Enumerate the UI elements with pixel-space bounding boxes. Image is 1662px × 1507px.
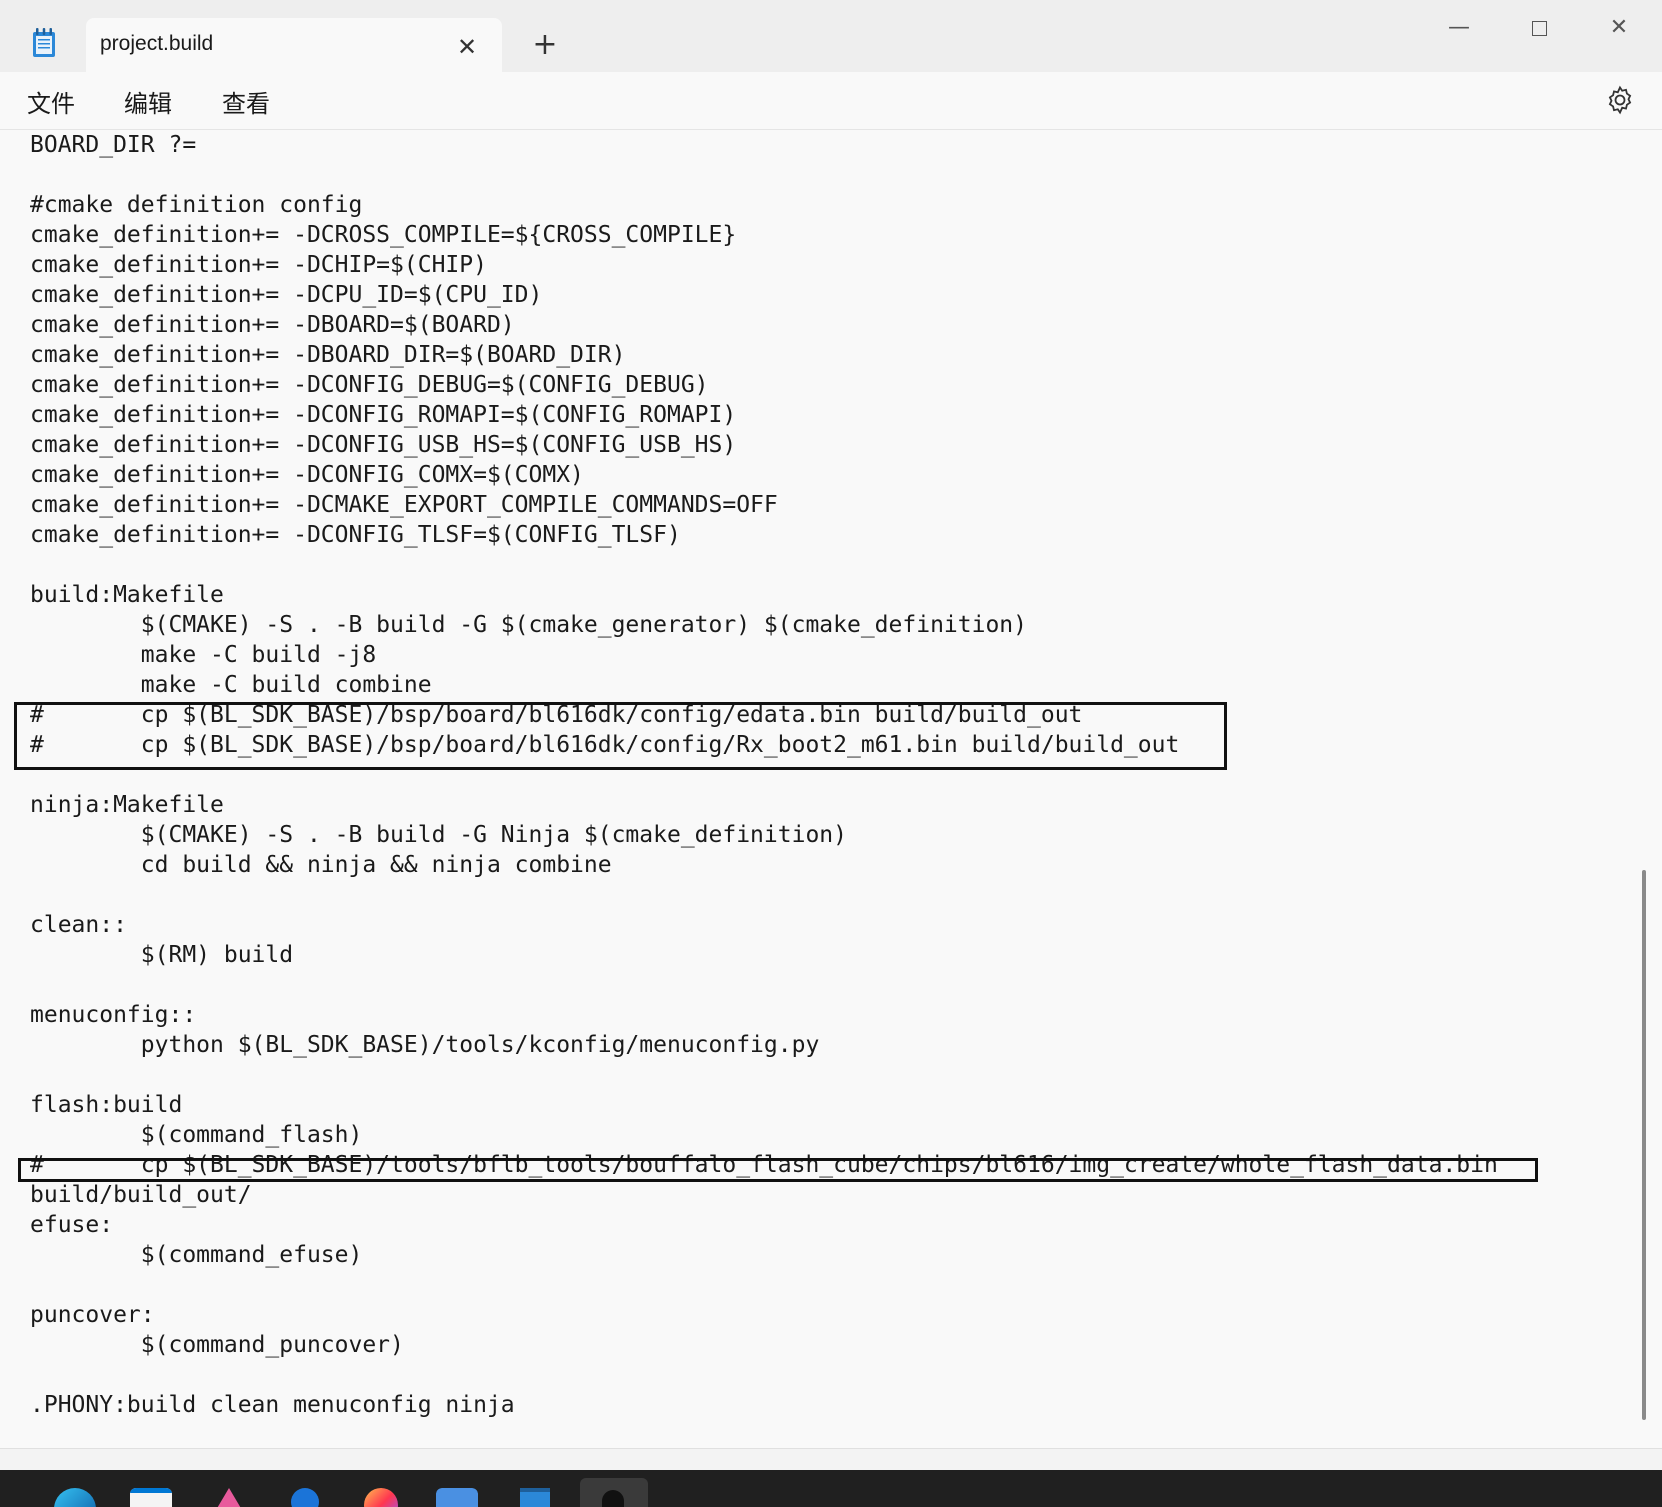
code-line[interactable]: # cp $(BL_SDK_BASE)/bsp/board/bl616dk/co… xyxy=(30,730,1498,760)
code-line[interactable]: flash:build xyxy=(30,1090,1498,1120)
code-line[interactable]: puncover: xyxy=(30,1300,1498,1330)
code-line[interactable] xyxy=(30,1060,1498,1090)
code-line[interactable]: python $(BL_SDK_BASE)/tools/kconfig/menu… xyxy=(30,1030,1498,1060)
code-line[interactable]: $(RM) build xyxy=(30,940,1498,970)
menu-file[interactable]: 文件 xyxy=(27,84,75,119)
code-line[interactable] xyxy=(30,760,1498,790)
code-line[interactable]: cmake_definition+= -DCPU_ID=$(CPU_ID) xyxy=(30,280,1498,310)
code-line[interactable] xyxy=(30,160,1498,190)
code-line[interactable]: #cmake definition config xyxy=(30,190,1498,220)
app-icon-pink[interactable] xyxy=(208,1488,250,1507)
code-line[interactable] xyxy=(30,1360,1498,1390)
text-editor[interactable]: BOARD_DIR ?= #cmake definition config cma… xyxy=(0,130,1662,1448)
qq-taskbar-button[interactable] xyxy=(580,1478,648,1507)
code-line[interactable]: # cp $(BL_SDK_BASE)/tools/bflb_tools/bou… xyxy=(30,1150,1498,1180)
notepad-taskbar-icon[interactable] xyxy=(514,1488,556,1507)
app-icon-cloud[interactable] xyxy=(436,1488,478,1507)
minimize-button[interactable]: — xyxy=(1430,10,1488,46)
menu-edit[interactable]: 编辑 xyxy=(124,84,172,119)
code-line[interactable]: efuse: xyxy=(30,1210,1498,1240)
code-line[interactable]: cmake_definition+= -DCONFIG_DEBUG=$(CONF… xyxy=(30,370,1498,400)
code-line[interactable]: cmake_definition+= -DCONFIG_TLSF=$(CONFI… xyxy=(30,520,1498,550)
code-line[interactable] xyxy=(30,550,1498,580)
code-line[interactable]: $(command_efuse) xyxy=(30,1240,1498,1270)
code-line[interactable]: cmake_definition+= -DCONFIG_ROMAPI=$(CON… xyxy=(30,400,1498,430)
notepad-icon xyxy=(33,28,55,57)
menu-bar: 文件 编辑 查看 xyxy=(0,72,1662,130)
code-line[interactable]: clean:: xyxy=(30,910,1498,940)
code-line[interactable]: BOARD_DIR ?= xyxy=(30,130,1498,160)
code-line[interactable] xyxy=(30,880,1498,910)
code-line[interactable]: ninja:Makefile xyxy=(30,790,1498,820)
edge-icon[interactable] xyxy=(54,1488,96,1507)
store-icon[interactable] xyxy=(130,1488,172,1507)
code-line[interactable]: cmake_definition+= -DCONFIG_COMX=$(COMX) xyxy=(30,460,1498,490)
code-line[interactable]: cmake_definition+= -DCONFIG_USB_HS=$(CON… xyxy=(30,430,1498,460)
maximize-button[interactable] xyxy=(1510,10,1568,46)
tab-title: project.build xyxy=(100,32,214,55)
tab-project-build[interactable]: project.build ✕ xyxy=(86,18,502,72)
code-line[interactable]: cmake_definition+= -DCROSS_COMPILE=${CRO… xyxy=(30,220,1498,250)
gear-icon[interactable] xyxy=(1604,84,1636,116)
code-line[interactable]: # cp $(BL_SDK_BASE)/bsp/board/bl616dk/co… xyxy=(30,700,1498,730)
taskbar xyxy=(0,1470,1662,1507)
code-line[interactable]: cd build && ninja && ninja combine xyxy=(30,850,1498,880)
code-line[interactable]: $(command_puncover) xyxy=(30,1330,1498,1360)
status-bar xyxy=(0,1448,1662,1471)
app-icon-blue-arrow[interactable] xyxy=(284,1488,326,1507)
tab-close-icon[interactable]: ✕ xyxy=(452,32,482,62)
code-line[interactable]: build/build_out/ xyxy=(30,1180,1498,1210)
editor-content[interactable]: BOARD_DIR ?= #cmake definition config cma… xyxy=(30,130,1498,1420)
maximize-icon xyxy=(1531,21,1547,36)
code-line[interactable]: $(CMAKE) -S . -B build -G Ninja $(cmake_… xyxy=(30,820,1498,850)
title-bar: project.build ✕ + — ✕ xyxy=(0,0,1662,72)
code-line[interactable]: $(CMAKE) -S . -B build -G $(cmake_genera… xyxy=(30,610,1498,640)
qq-icon xyxy=(602,1490,624,1507)
code-line[interactable]: menuconfig:: xyxy=(30,1000,1498,1030)
code-line[interactable]: $(command_flash) xyxy=(30,1120,1498,1150)
code-line[interactable]: cmake_definition+= -DCHIP=$(CHIP) xyxy=(30,250,1498,280)
code-line[interactable]: cmake_definition+= -DBOARD=$(BOARD) xyxy=(30,310,1498,340)
code-line[interactable]: make -C build -j8 xyxy=(30,640,1498,670)
firefox-icon[interactable] xyxy=(360,1488,402,1507)
code-line[interactable] xyxy=(30,970,1498,1000)
code-line[interactable] xyxy=(30,1270,1498,1300)
new-tab-button[interactable]: + xyxy=(528,28,562,62)
close-window-button[interactable]: ✕ xyxy=(1590,10,1648,46)
code-line[interactable]: make -C build combine xyxy=(30,670,1498,700)
code-line[interactable]: cmake_definition+= -DCMAKE_EXPORT_COMPIL… xyxy=(30,490,1498,520)
vertical-scrollbar[interactable] xyxy=(1642,870,1646,1420)
menu-view[interactable]: 查看 xyxy=(222,84,270,119)
code-line[interactable]: cmake_definition+= -DBOARD_DIR=$(BOARD_D… xyxy=(30,340,1498,370)
code-line[interactable]: build:Makefile xyxy=(30,580,1498,610)
code-line[interactable]: .PHONY:build clean menuconfig ninja xyxy=(30,1390,1498,1420)
